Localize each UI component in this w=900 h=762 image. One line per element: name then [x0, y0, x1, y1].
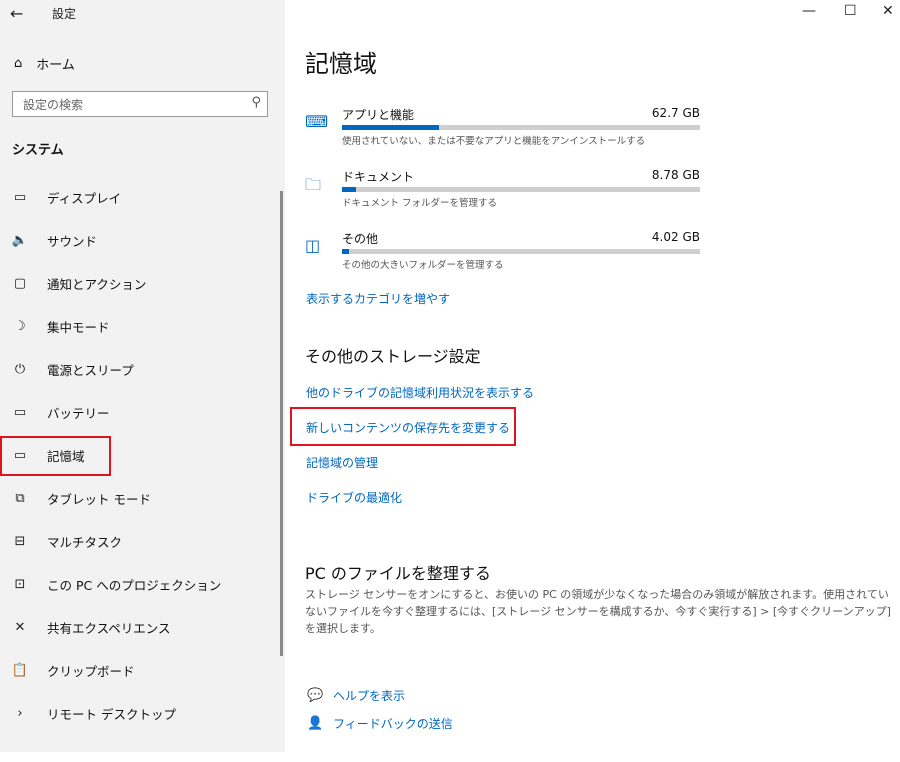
organize-heading: PC のファイルを整理する	[305, 564, 491, 583]
organize-description: ストレージ センサーをオンにすると、お使いの PC の領域が少なくなった場合のみ…	[305, 588, 891, 635]
speaker-icon: 🔈	[11, 233, 29, 248]
usage-bar-fill	[342, 249, 350, 254]
category-name: ドキュメント	[342, 170, 415, 184]
back-button[interactable]: ←	[10, 4, 23, 23]
clipboard-icon: 📋	[11, 663, 29, 678]
home-icon: ⌂	[14, 56, 23, 71]
tablet-icon: ⧉	[15, 491, 25, 506]
category-name: アプリと機能	[342, 108, 415, 122]
usage-bar	[342, 125, 700, 130]
sidebar-item-tablet[interactable]: ⧉ タブレット モード	[0, 477, 285, 520]
other-drives-link[interactable]: 他のドライブの記憶域利用状況を表示する	[306, 384, 534, 401]
help-link[interactable]: 💬 ヘルプを表示	[307, 687, 405, 704]
other-folder-icon: ◫	[305, 236, 321, 255]
category-size: 8.78 GB	[651, 168, 700, 182]
search-input[interactable]: 設定の検索 ⚲	[12, 91, 268, 117]
sidebar-item-label: バッテリー	[47, 406, 110, 421]
home-link[interactable]: ⌂ ホーム	[14, 54, 75, 73]
close-button[interactable]: ✕	[882, 3, 894, 19]
feedback-icon: 👤	[307, 716, 324, 731]
section-title: システム	[12, 143, 64, 158]
usage-bar	[342, 187, 700, 192]
feedback-label: フィードバックの送信	[333, 717, 453, 731]
more-categories-link[interactable]: 表示するカテゴリを増やす	[306, 290, 450, 307]
sidebar-item-label: 電源とスリープ	[47, 363, 134, 378]
sidebar-scrollbar[interactable]	[280, 191, 283, 656]
sidebar-item-display[interactable]: ▭ ディスプレイ	[0, 176, 285, 219]
sidebar-item-label: クリップボード	[47, 664, 135, 679]
sidebar-item-label: タブレット モード	[47, 492, 151, 507]
help-icon: 💬	[307, 688, 324, 703]
sidebar-item-label: 集中モード	[47, 320, 110, 335]
sidebar-item-battery[interactable]: ▭ バッテリー	[0, 391, 285, 434]
remote-icon: ›	[17, 706, 23, 721]
maximize-button[interactable]: ☐	[844, 3, 857, 19]
manage-storage-link[interactable]: 記憶域の管理	[306, 454, 378, 471]
sidebar-item-notifications[interactable]: ▢ 通知とアクション	[0, 262, 285, 305]
message-icon: ▢	[13, 276, 27, 291]
sidebar-item-label: マルチタスク	[47, 535, 123, 550]
share-icon: ✕	[14, 620, 26, 635]
category-size: 62.7 GB	[651, 106, 700, 120]
category-size: 4.02 GB	[651, 230, 700, 244]
sidebar-item-multitask[interactable]: ⊟ マルチタスク	[0, 520, 285, 563]
window-title: 設定	[52, 7, 77, 21]
feedback-link[interactable]: 👤 フィードバックの送信	[307, 715, 453, 732]
sidebar-item-sound[interactable]: 🔈 サウンド	[0, 219, 285, 262]
sidebar-item-label: ディスプレイ	[47, 191, 122, 206]
moon-icon: ☽	[14, 319, 26, 334]
sidebar-item-power[interactable]: ⏻ 電源とスリープ	[0, 348, 285, 391]
category-desc: 使用されていない、または不要なアプリと機能をアンインストールする	[342, 136, 646, 147]
search-placeholder: 設定の検索	[23, 98, 84, 112]
sidebar-item-label: サウンド	[47, 234, 98, 249]
sidebar-item-label: 通知とアクション	[47, 277, 147, 292]
sidebar-item-projection[interactable]: ⊡ この PC へのプロジェクション	[0, 563, 285, 606]
sidebar-item-label: この PC へのプロジェクション	[47, 578, 222, 593]
category-name: その他	[342, 232, 379, 246]
other-storage-heading: その他のストレージ設定	[305, 347, 481, 366]
sidebar-item-clipboard[interactable]: 📋 クリップボード	[0, 649, 285, 692]
projection-icon: ⊡	[14, 577, 26, 592]
sidebar-item-focus[interactable]: ☽ 集中モード	[0, 305, 285, 348]
home-label: ホーム	[36, 58, 75, 73]
highlight-box-storage	[0, 436, 111, 476]
multitask-icon: ⊟	[14, 534, 26, 549]
sidebar-item-shared[interactable]: ✕ 共有エクスペリエンス	[0, 606, 285, 649]
usage-bar-fill	[342, 125, 439, 130]
monitor-icon: ▭	[13, 190, 27, 205]
sidebar-item-label: リモート デスクトップ	[47, 707, 176, 722]
sidebar-item-label: 共有エクスペリエンス	[47, 621, 171, 636]
sidebar-item-remote[interactable]: › リモート デスクトップ	[0, 692, 285, 735]
category-desc: その他の大きいフォルダーを管理する	[342, 260, 504, 271]
documents-icon: 🗀	[305, 175, 322, 194]
help-label: ヘルプを表示	[333, 689, 406, 703]
page-title: 記憶域	[305, 50, 377, 78]
optimize-drives-link[interactable]: ドライブの最適化	[306, 489, 402, 506]
keyboard-icon: ⌨	[305, 112, 329, 131]
usage-bar-fill	[342, 187, 357, 192]
minimize-button[interactable]: —	[802, 3, 816, 19]
search-icon[interactable]: ⚲	[251, 95, 261, 110]
highlight-box-save-location	[290, 407, 516, 446]
sidebar: ← 設定 ⌂ ホーム 設定の検索 ⚲ システム ▭ ディスプレイ 🔈 サウンド ▢ 通…	[0, 0, 285, 752]
battery-icon: ▭	[13, 405, 27, 420]
usage-bar	[342, 249, 700, 254]
power-icon: ⏻	[14, 362, 26, 377]
category-desc: ドキュメント フォルダーを管理する	[342, 198, 498, 209]
